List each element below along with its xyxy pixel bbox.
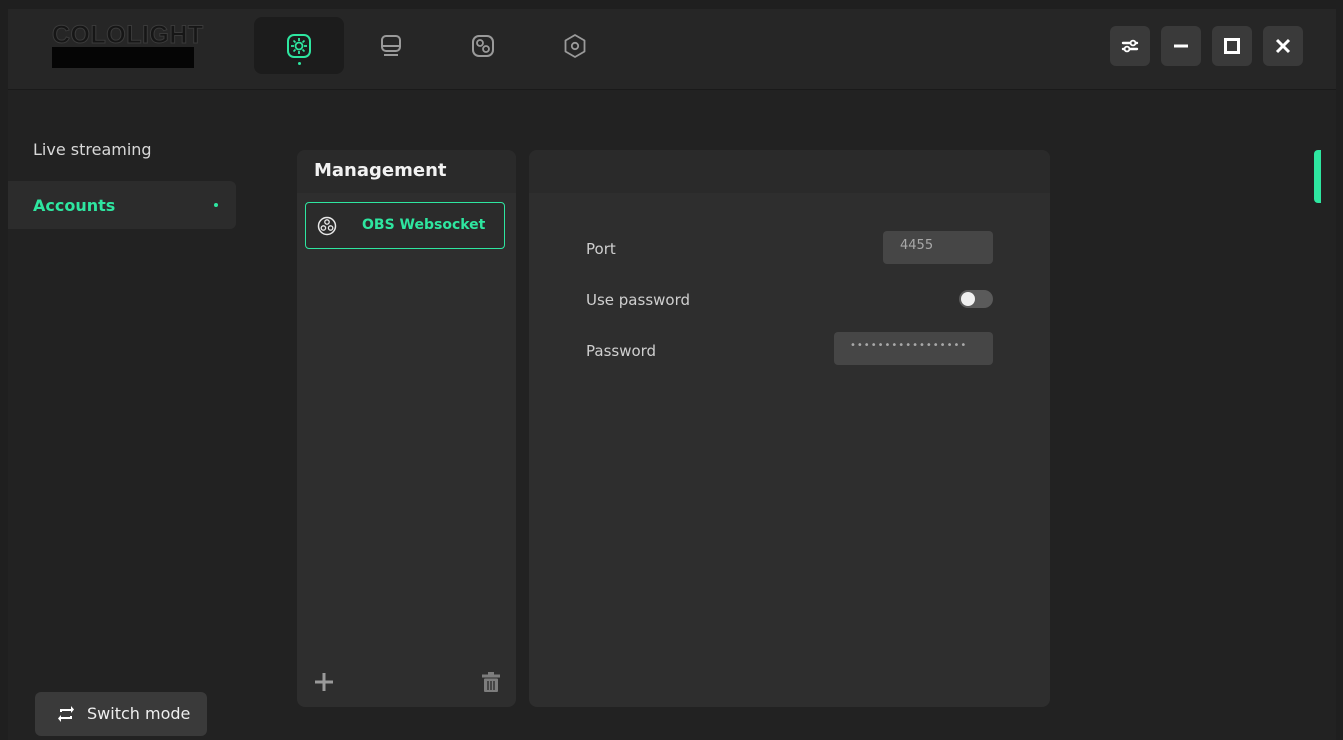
password-input[interactable]: •••••••••••••••••	[834, 332, 993, 365]
nav-tab-settings[interactable]	[530, 17, 620, 74]
password-value: •••••••••••••••••	[850, 340, 968, 351]
scroll-accent-tab[interactable]	[1314, 150, 1321, 203]
use-password-toggle[interactable]	[959, 290, 993, 308]
sidebar-item-live-streaming[interactable]: Live streaming	[8, 125, 236, 173]
switch-mode-icon	[58, 706, 74, 722]
password-label: Password	[586, 342, 657, 360]
settings-button[interactable]	[1110, 26, 1150, 66]
sidebar-item-label: Live streaming	[33, 139, 152, 159]
active-indicator-dot	[298, 62, 301, 65]
port-label: Port	[586, 240, 616, 258]
title-bar: COLOLIGHT	[8, 9, 1336, 90]
logo-bar	[52, 47, 194, 68]
devices-icon	[472, 34, 494, 57]
switch-mode-label: Switch mode	[87, 704, 191, 723]
port-input[interactable]: 4455	[883, 231, 993, 264]
switch-mode-button[interactable]: Switch mode	[35, 692, 207, 736]
management-header: Management	[297, 150, 516, 193]
nav-tab-devices[interactable]	[438, 17, 528, 74]
app-logo: COLOLIGHT	[52, 22, 204, 69]
maximize-icon	[1224, 38, 1240, 54]
monitor-icon	[381, 34, 401, 56]
obs-icon	[317, 216, 337, 236]
sidebar-item-label: Accounts	[33, 195, 116, 215]
minimize-icon	[1174, 44, 1188, 48]
account-details-panel: Port 4455 Use password Password ••••••••…	[529, 150, 1050, 707]
add-account-button[interactable]	[313, 671, 335, 693]
close-icon	[1275, 38, 1291, 54]
sidebar-item-accounts[interactable]: Accounts	[8, 181, 236, 229]
panel-title: Management	[314, 160, 447, 181]
maximize-button[interactable]	[1212, 26, 1252, 66]
use-password-label: Use password	[586, 291, 691, 309]
delete-account-button[interactable]	[481, 671, 501, 693]
close-button[interactable]	[1263, 26, 1303, 66]
toggle-knob	[961, 292, 975, 306]
account-item-obs-websocket[interactable]: OBS Websocket	[305, 202, 505, 249]
app-window: COLOLIGHT Live streaming Accounts Manage…	[8, 9, 1336, 740]
port-value: 4455	[900, 238, 934, 253]
light-scene-icon	[287, 33, 311, 58]
logo-text: COLOLIGHT	[52, 21, 204, 49]
settings-sliders-icon	[1121, 39, 1139, 53]
minimize-button[interactable]	[1161, 26, 1201, 66]
active-indicator-dot	[214, 203, 218, 207]
nav-tab-display[interactable]	[346, 17, 436, 74]
management-panel: Management OBS Websocket	[297, 150, 516, 707]
settings-hex-icon	[564, 33, 586, 58]
nav-tab-lighting[interactable]	[254, 17, 344, 74]
details-header	[529, 150, 1050, 193]
account-item-label: OBS Websocket	[362, 217, 486, 233]
